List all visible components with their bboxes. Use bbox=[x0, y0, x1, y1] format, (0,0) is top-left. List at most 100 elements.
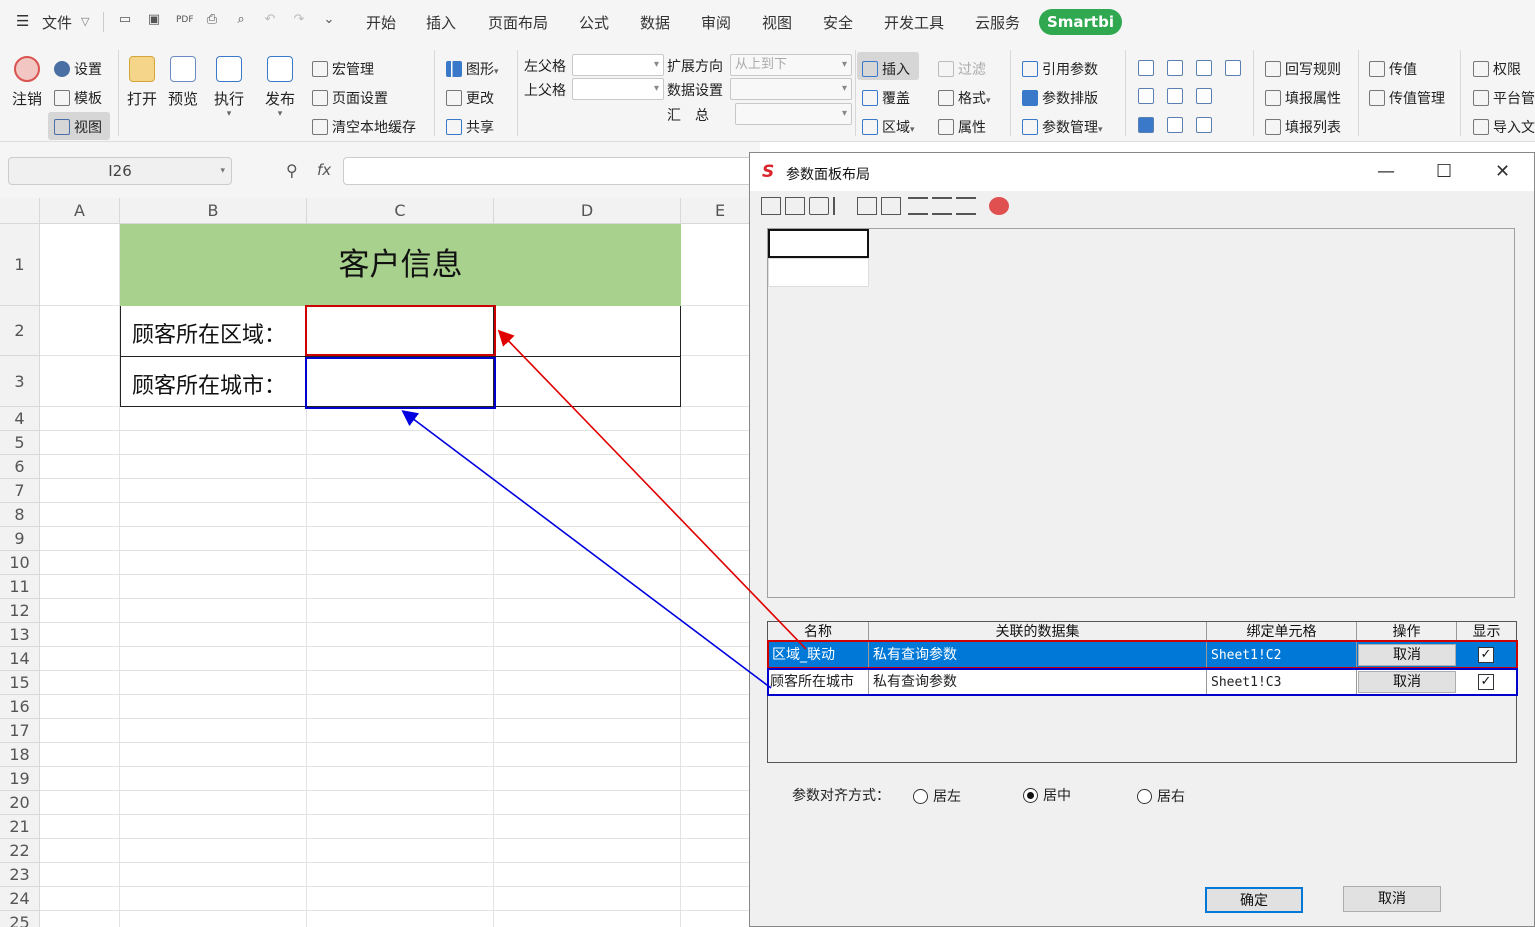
name-box[interactable]: I26 ▾ bbox=[8, 157, 232, 185]
print-icon[interactable]: ⎙ bbox=[204, 12, 220, 28]
minimize-icon[interactable]: — bbox=[1377, 161, 1395, 182]
customize-icon[interactable]: ⌄ bbox=[321, 12, 337, 28]
align-right-radio[interactable]: 居右 bbox=[1137, 786, 1217, 808]
clear-cache-button[interactable]: 清空本地缓存 bbox=[312, 117, 416, 137]
label-region[interactable]: 顾客所在区域： bbox=[120, 317, 286, 349]
ok-button[interactable]: 确定 bbox=[1205, 887, 1303, 913]
settings-button[interactable]: 设置 bbox=[54, 59, 102, 79]
widget-image-icon[interactable] bbox=[1167, 88, 1183, 104]
label-city[interactable]: 顾客所在城市： bbox=[120, 368, 286, 400]
widget-picture-icon[interactable] bbox=[1196, 88, 1212, 104]
tab-formula[interactable]: 公式 bbox=[579, 12, 609, 33]
open-button[interactable]: 打开 bbox=[124, 56, 160, 109]
graphic-button[interactable]: 图形▾ bbox=[446, 59, 499, 79]
delete-icon[interactable] bbox=[989, 197, 1009, 215]
param-mgmt-button[interactable]: 参数管理▾ bbox=[1022, 117, 1103, 137]
align-columns-icon[interactable] bbox=[857, 197, 877, 215]
publish-button[interactable]: 发布 ▾ bbox=[261, 56, 299, 119]
align-left-icon[interactable] bbox=[908, 197, 928, 215]
widget-date-icon[interactable] bbox=[1138, 88, 1154, 104]
row-header-7[interactable]: 7 bbox=[0, 479, 40, 503]
share-button[interactable]: 共享 bbox=[446, 117, 494, 137]
row-header-19[interactable]: 19 bbox=[0, 767, 40, 791]
layout-insert-row-icon[interactable] bbox=[785, 197, 805, 215]
page-setup-button[interactable]: 页面设置 bbox=[312, 88, 388, 108]
row-header-9[interactable]: 9 bbox=[0, 527, 40, 551]
property-button[interactable]: 属性 bbox=[938, 117, 986, 137]
tab-smartbi[interactable]: Smartbi bbox=[1039, 9, 1122, 35]
fill-property-button[interactable]: 填报属性 bbox=[1265, 88, 1341, 108]
row-header-2[interactable]: 2 bbox=[0, 306, 40, 356]
row-header-14[interactable]: 14 bbox=[0, 647, 40, 671]
undo-icon[interactable]: ↶ bbox=[262, 12, 278, 28]
row-header-22[interactable]: 22 bbox=[0, 839, 40, 863]
view-button[interactable]: 视图 bbox=[54, 117, 102, 137]
customer-info-title[interactable]: 客户信息 bbox=[120, 224, 681, 306]
column-header-c[interactable]: C bbox=[307, 198, 494, 224]
tab-review[interactable]: 审阅 bbox=[701, 12, 731, 33]
row-header-6[interactable]: 6 bbox=[0, 455, 40, 479]
tab-developer[interactable]: 开发工具 bbox=[884, 12, 944, 33]
align-right-icon[interactable] bbox=[956, 197, 976, 215]
filter-button[interactable]: 过滤 bbox=[938, 59, 986, 79]
row-header-10[interactable]: 10 bbox=[0, 551, 40, 575]
widget-list-icon[interactable] bbox=[1196, 60, 1212, 76]
align-left-radio[interactable]: 居左 bbox=[913, 786, 993, 808]
layout-grid-icon[interactable] bbox=[761, 197, 781, 215]
row-header-15[interactable]: 15 bbox=[0, 671, 40, 695]
print-preview-icon[interactable]: ⌕ bbox=[233, 12, 249, 28]
redo-icon[interactable]: ↷ bbox=[291, 12, 307, 28]
ref-param-button[interactable]: 引用参数 bbox=[1022, 59, 1098, 79]
widget-page-icon[interactable] bbox=[1225, 60, 1241, 76]
template-button[interactable]: 模板 bbox=[54, 88, 102, 108]
layout-delete-row-icon[interactable] bbox=[809, 197, 829, 215]
formula-input[interactable] bbox=[343, 157, 763, 185]
chevron-down-icon[interactable]: ▽ bbox=[81, 15, 89, 28]
widget-text-icon[interactable] bbox=[1138, 60, 1154, 76]
widget-checkbox-icon[interactable] bbox=[1138, 117, 1154, 133]
tab-home[interactable]: 开始 bbox=[366, 12, 396, 33]
align-center-radio[interactable]: 居中 bbox=[1023, 785, 1103, 807]
cover-button[interactable]: 覆盖 bbox=[862, 88, 910, 108]
row-header-24[interactable]: 24 bbox=[0, 887, 40, 911]
tab-data[interactable]: 数据 bbox=[640, 12, 670, 33]
layout-canvas[interactable] bbox=[767, 228, 1515, 598]
row-header-16[interactable]: 16 bbox=[0, 695, 40, 719]
param-layout-button[interactable]: 参数排版 bbox=[1022, 88, 1098, 108]
file-menu[interactable]: 文件 bbox=[42, 12, 72, 33]
pass-value-mgmt-button[interactable]: 传值管理 bbox=[1369, 88, 1445, 108]
maximize-icon[interactable]: ☐ bbox=[1436, 161, 1452, 182]
tab-security[interactable]: 安全 bbox=[823, 12, 853, 33]
row-header-18[interactable]: 18 bbox=[0, 743, 40, 767]
insert-button[interactable]: 插入 bbox=[862, 59, 910, 79]
summary-select[interactable] bbox=[735, 103, 852, 125]
widget-edit-icon[interactable] bbox=[1167, 117, 1183, 133]
zoom-icon[interactable]: ⚲ bbox=[286, 161, 298, 180]
left-parent-select[interactable] bbox=[572, 54, 664, 76]
layout-cell[interactable] bbox=[768, 258, 869, 287]
column-header-d[interactable]: D bbox=[494, 198, 681, 224]
pass-value-button[interactable]: 传值 bbox=[1369, 59, 1417, 79]
execute-button[interactable]: 执行 ▾ bbox=[210, 56, 248, 119]
hamburger-icon[interactable]: ☰ bbox=[16, 12, 29, 30]
row-header-11[interactable]: 11 bbox=[0, 575, 40, 599]
row-header-20[interactable]: 20 bbox=[0, 791, 40, 815]
writeback-rule-button[interactable]: 回写规则 bbox=[1265, 59, 1341, 79]
widget-label-icon[interactable] bbox=[1196, 117, 1212, 133]
top-parent-select[interactable] bbox=[572, 78, 664, 100]
import-doc-button[interactable]: 导入文 bbox=[1473, 117, 1535, 137]
region-button[interactable]: 区域▾ bbox=[862, 117, 915, 137]
cancel-button[interactable]: 取消 bbox=[1343, 886, 1441, 912]
row-header-1[interactable]: 1 bbox=[0, 224, 40, 306]
layout-insert-col-icon[interactable] bbox=[833, 197, 853, 215]
format-button[interactable]: 格式▾ bbox=[938, 88, 991, 108]
cell-c3-input[interactable] bbox=[305, 357, 496, 409]
column-header-a[interactable]: A bbox=[40, 198, 120, 224]
row-header-8[interactable]: 8 bbox=[0, 503, 40, 527]
select-all-corner[interactable] bbox=[0, 198, 40, 224]
permission-button[interactable]: 权限 bbox=[1473, 59, 1521, 79]
open-folder-icon[interactable]: ▭ bbox=[117, 12, 133, 28]
save-icon[interactable]: ▣ bbox=[146, 12, 162, 28]
distribute-icon[interactable] bbox=[881, 197, 901, 215]
cell-c2-input[interactable] bbox=[305, 305, 496, 356]
